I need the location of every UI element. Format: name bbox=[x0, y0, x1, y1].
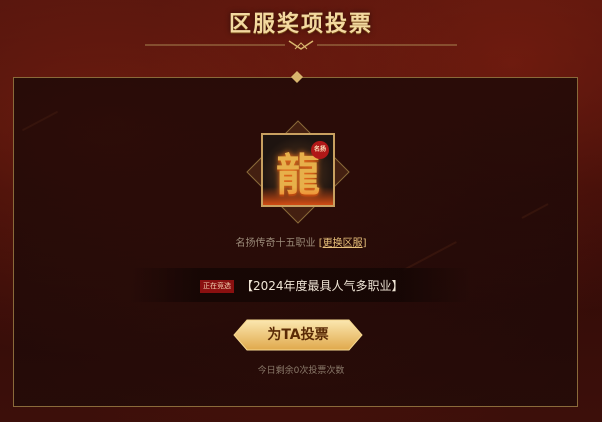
panel-diamond-ornament bbox=[291, 71, 303, 83]
server-name: 名扬传奇十五职业 bbox=[235, 238, 316, 249]
server-info: 名扬传奇十五职业 [更换区服] bbox=[0, 234, 602, 249]
award-name: 【2024年度最具人气多职业】 bbox=[241, 279, 404, 293]
title-divider-ornament bbox=[145, 40, 457, 50]
page-title: 区服奖项投票 bbox=[228, 11, 373, 37]
change-server-bracket-close: ] bbox=[362, 238, 367, 249]
vote-button[interactable]: 为TA投票 bbox=[233, 319, 363, 351]
remaining-votes-text: 今日剩余0次投票次数 bbox=[257, 366, 345, 376]
vote-button-label: 为TA投票 bbox=[267, 327, 329, 343]
change-server-link[interactable]: [更换区服] bbox=[319, 238, 367, 249]
game-icon-seal: 名扬 bbox=[311, 141, 329, 159]
game-icon: 龍 名扬 bbox=[261, 133, 335, 207]
competing-status-badge: 正在竞选 bbox=[200, 280, 234, 293]
game-icon-fire bbox=[263, 187, 333, 205]
change-server-label: 更换区服 bbox=[322, 238, 363, 249]
